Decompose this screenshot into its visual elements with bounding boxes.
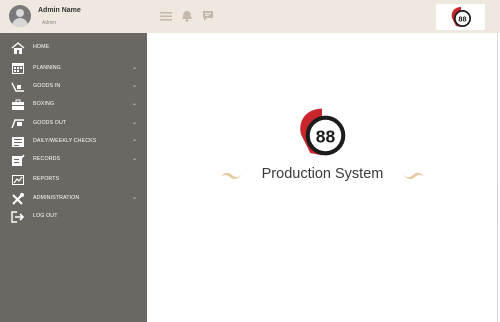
sidebar: Admin Name Admin HOME PLANNING ⌄ GOODS I…	[0, 0, 147, 322]
brand-logo: 88	[300, 108, 346, 156]
sidebar-item-records[interactable]: RECORDS ⌄	[0, 151, 147, 170]
scroll-edge	[497, 33, 498, 322]
sidebar-item-reports[interactable]: REPORTS	[0, 170, 147, 189]
sidebar-item-label: GOODS OUT	[33, 120, 67, 126]
checklist-icon	[12, 137, 24, 147]
chevron-down-icon: ⌄	[132, 156, 138, 162]
sidebar-item-goods-in[interactable]: GOODS IN ⌄	[0, 78, 147, 96]
sidebar-item-home[interactable]: HOME	[0, 41, 147, 59]
sidebar-item-label: PLANNING	[33, 65, 61, 71]
chevron-down-icon: ⌄	[132, 83, 138, 89]
sidebar-item-label: RECORDS	[33, 156, 61, 162]
reports-icon	[12, 175, 24, 185]
sidebar-item-label: HOME	[33, 44, 50, 50]
sidebar-item-administration[interactable]: ADMINISTRATION ⌄	[0, 189, 147, 209]
sidebar-item-label: REPORTS	[33, 176, 60, 182]
hamburger-menu-icon[interactable]	[159, 9, 173, 23]
sidebar-item-goods-out[interactable]: GOODS OUT ⌄	[0, 115, 147, 133]
avatar	[9, 5, 31, 27]
sidebar-item-label: BOXING	[33, 101, 55, 107]
user-name: Admin Name	[38, 7, 81, 14]
tools-icon	[12, 193, 24, 205]
header-logo[interactable]: 88	[436, 4, 485, 30]
sidebar-menu: HOME PLANNING ⌄ GOODS IN ⌄ BOXING ⌄ GOOD…	[0, 41, 147, 227]
chevron-down-icon: ⌄	[132, 195, 138, 201]
briefcase-icon	[12, 99, 24, 110]
sidebar-item-label: LOG OUT	[33, 213, 58, 219]
sidebar-item-log-out[interactable]: LOG OUT	[0, 209, 147, 227]
goods-in-icon	[11, 82, 24, 92]
chat-icon[interactable]	[201, 9, 215, 23]
page-title: Production System	[261, 166, 384, 182]
sidebar-item-label: GOODS IN	[33, 83, 61, 89]
logo-number: 88	[316, 127, 336, 147]
sidebar-item-planning[interactable]: PLANNING ⌄	[0, 59, 147, 78]
logo-88-icon: 88	[451, 7, 471, 27]
cart-icon	[11, 119, 24, 129]
records-icon	[12, 154, 25, 166]
title-row: Production System	[220, 166, 425, 186]
bell-icon[interactable]	[180, 9, 194, 23]
sidebar-item-boxing[interactable]: BOXING ⌄	[0, 96, 147, 115]
sidebar-item-label: DAILY/WEEKLY CHECKS	[33, 138, 97, 144]
swash-right-icon	[404, 172, 424, 179]
chevron-down-icon: ⌄	[132, 65, 138, 71]
home-icon	[11, 42, 25, 54]
chevron-down-icon: ⌄	[132, 120, 138, 126]
calendar-icon	[12, 63, 24, 74]
logo-number: 88	[458, 15, 466, 24]
chevron-down-icon: ⌄	[132, 101, 138, 107]
sidebar-item-label: ADMINISTRATION	[33, 195, 80, 201]
sidebar-item-daily-weekly-checks[interactable]: DAILY/WEEKLY CHECKS ⌄	[0, 133, 147, 151]
user-profile[interactable]: Admin Name Admin	[0, 0, 147, 33]
logout-icon	[11, 211, 25, 223]
user-role: Admin	[42, 20, 57, 26]
chevron-down-icon: ⌄	[132, 137, 138, 143]
